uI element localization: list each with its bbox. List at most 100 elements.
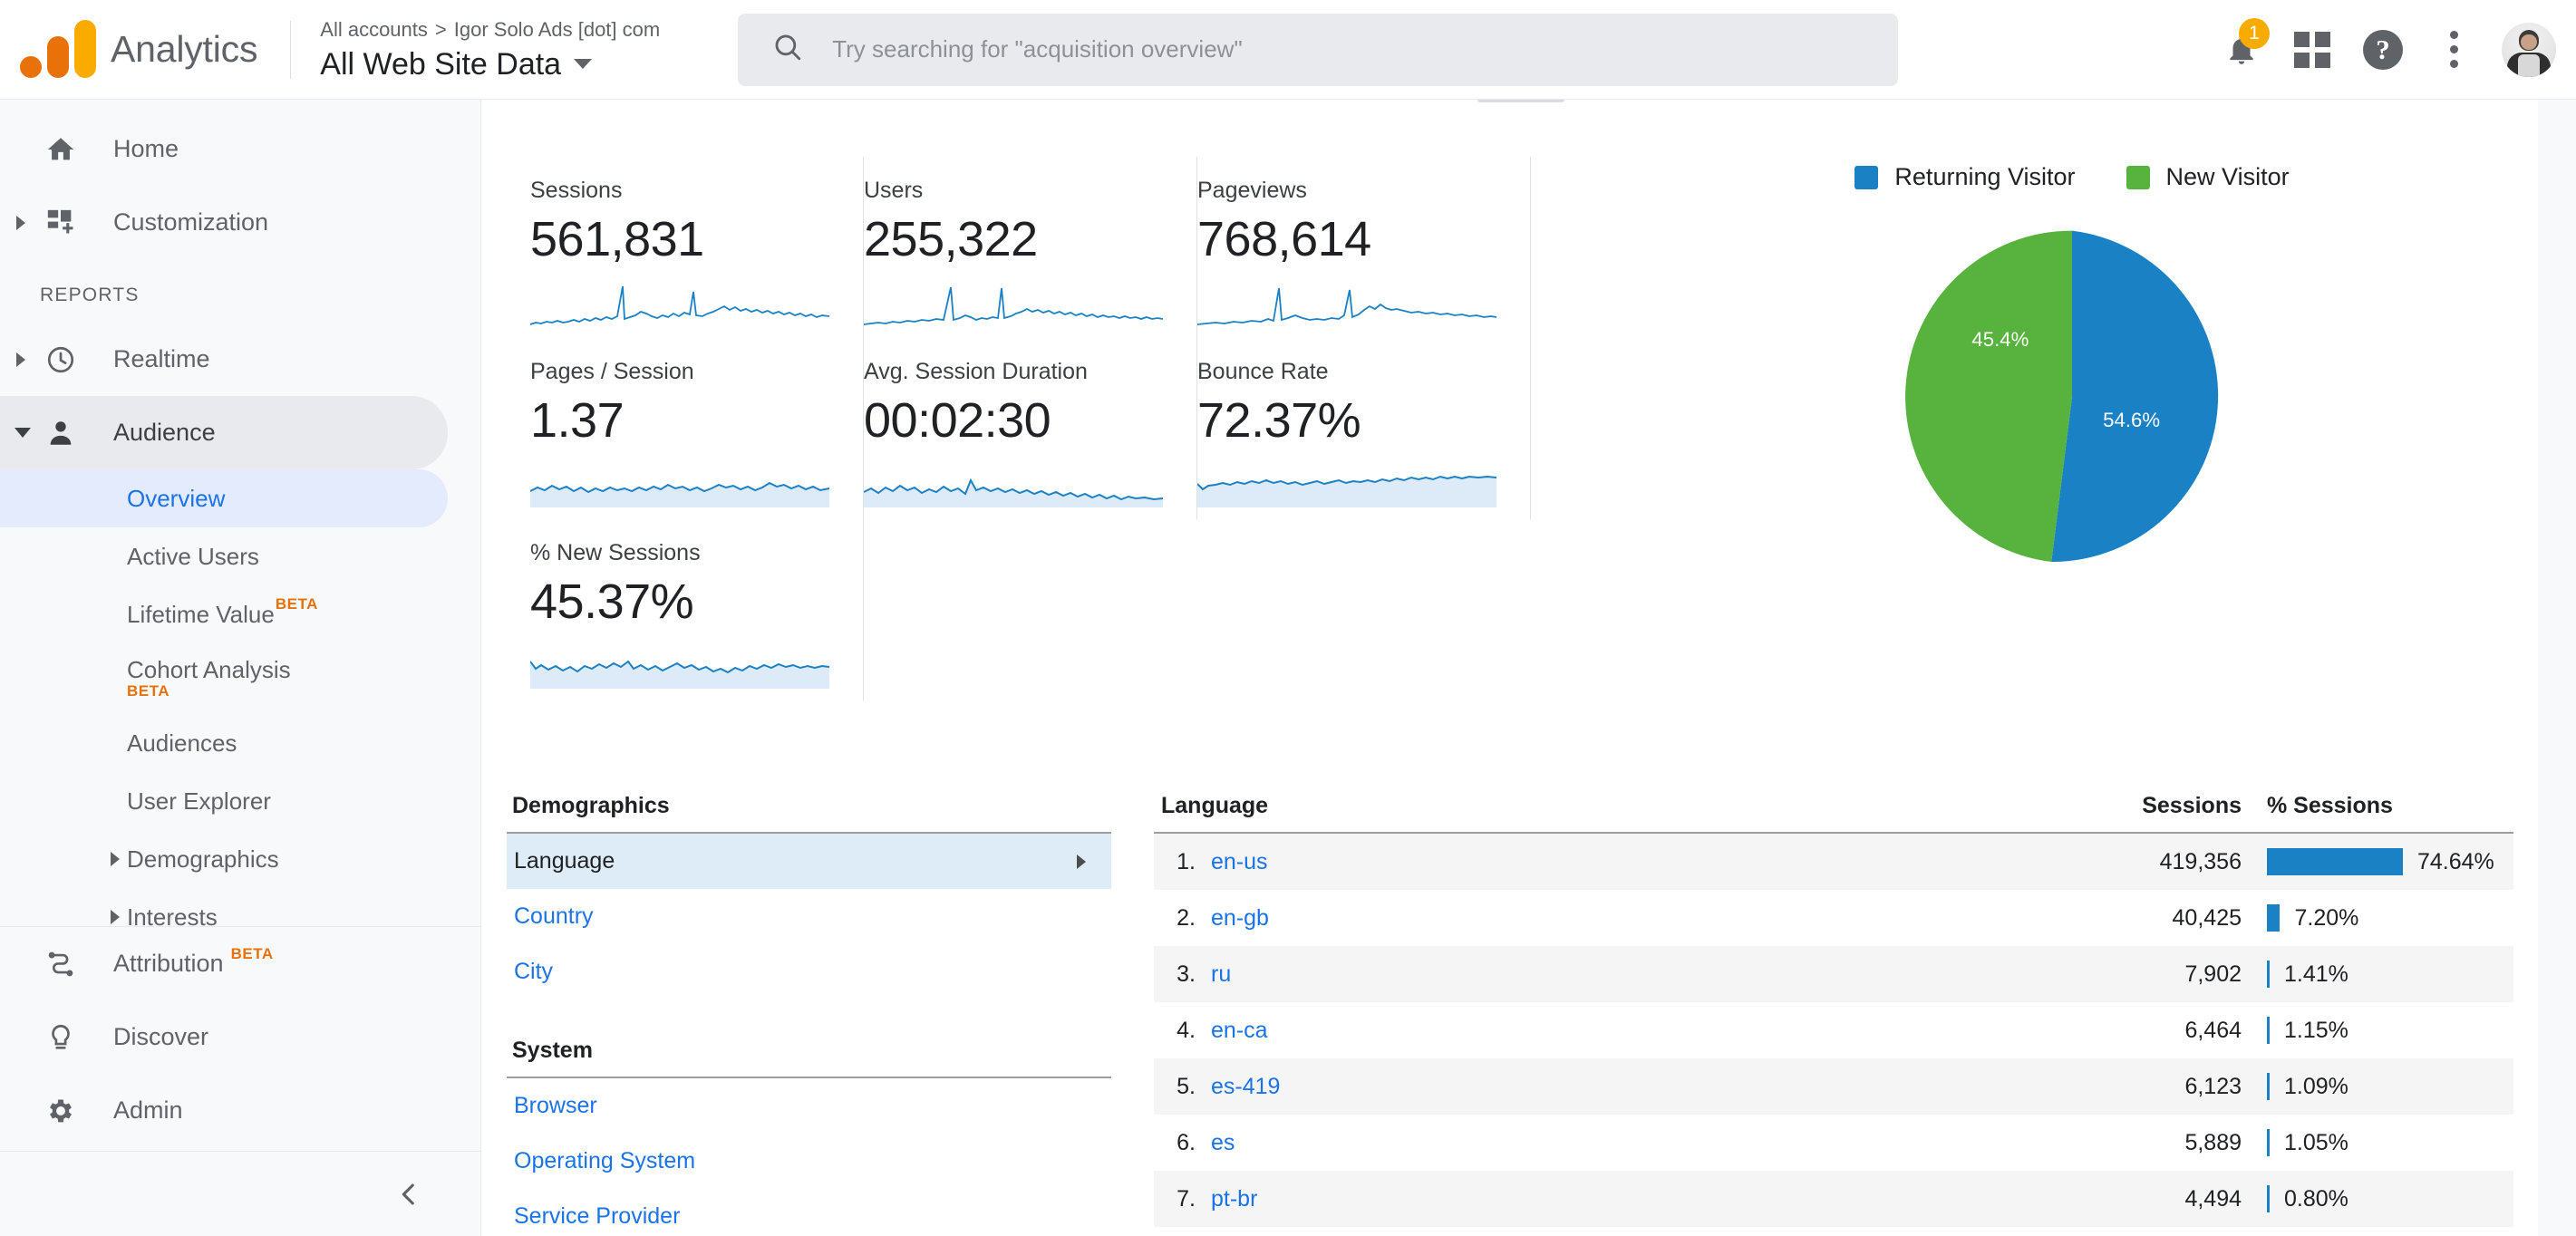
row-percent-bar (2267, 1017, 2270, 1044)
metric-value: 45.37% (530, 575, 694, 629)
dimension-item-city[interactable]: City (507, 944, 1111, 999)
sidebar-item-customization[interactable]: Customization (0, 186, 480, 259)
dimension-item-service-provider[interactable]: Service Provider (507, 1189, 1111, 1236)
metric-card-percent-new-sessions[interactable]: % New Sessions 45.37% (530, 519, 864, 700)
row-language-link[interactable]: en-us (1196, 849, 2033, 875)
table-header-row: Language Sessions % Sessions (1154, 793, 2513, 834)
more-options-button[interactable] (2418, 14, 2489, 85)
help-button[interactable]: ? (2348, 14, 2418, 85)
row-language-link[interactable]: en-gb (1196, 905, 2033, 932)
row-language-link[interactable]: pt-br (1196, 1186, 2033, 1212)
metric-card-avg-session-duration[interactable]: Avg. Session Duration 00:02:30 (864, 338, 1197, 519)
table-body: 1. en-us 419,356 74.64% 2. en-gb 40,425 7.20% 3.… (1154, 834, 2513, 1236)
sidebar-item-attribution[interactable]: Attribution BETA (0, 927, 480, 1000)
row-language-link[interactable]: en-ca (1196, 1018, 2033, 1044)
metrics-row: Pages / Session 1.37 Avg. Session Durati… (530, 338, 1557, 519)
metric-label: Sessions (530, 178, 623, 203)
row-language-link[interactable]: es-419 (1196, 1074, 2033, 1100)
sidebar-item-demographics[interactable]: Demographics (0, 830, 480, 888)
chevron-right-icon[interactable] (16, 352, 25, 367)
search-bar[interactable] (738, 13, 1899, 86)
table-row[interactable]: 4. en-ca 6,464 1.15% (1154, 1002, 2513, 1058)
table-row[interactable]: 5. es-419 6,123 1.09% (1154, 1058, 2513, 1115)
dimension-item-language[interactable]: Language (507, 834, 1111, 889)
person-icon (40, 418, 82, 449)
sidebar-item-lifetime-value[interactable]: Lifetime Value BETA (0, 585, 480, 643)
metric-value: 72.37% (1197, 393, 1361, 448)
row-percent-cell: 1.15% (2242, 1017, 2513, 1044)
pie-chart[interactable]: 54.6% 45.4% (1614, 222, 2530, 572)
pie-label-returning-value: 54.6% (2103, 409, 2160, 431)
metric-card-pageviews[interactable]: Pageviews 768,614 (1197, 157, 1531, 338)
sidebar-item-audiences[interactable]: Audiences (0, 714, 480, 772)
sidebar-item-realtime[interactable]: Realtime (0, 323, 480, 396)
row-percent-cell: 1.09% (2242, 1073, 2513, 1100)
breadcrumb-root[interactable]: All accounts (320, 18, 428, 41)
chevron-right-icon[interactable] (16, 215, 25, 230)
beta-badge: BETA (127, 682, 170, 700)
metric-card-sessions[interactable]: Sessions 561,831 (530, 157, 864, 338)
chevron-right-icon[interactable] (111, 910, 120, 924)
row-sessions: 7,902 (2184, 961, 2242, 987)
legend-item-new-visitor[interactable]: New Visitor (2126, 163, 2290, 191)
metric-label: Pages / Session (530, 359, 694, 384)
column-header-language[interactable]: Language (1161, 793, 2033, 819)
sidebar-item-admin[interactable]: Admin (0, 1074, 480, 1147)
metric-card-users[interactable]: Users 255,322 (864, 157, 1197, 338)
customization-icon (40, 208, 82, 238)
account-selector[interactable]: All accounts > Igor Solo Ads [dot] com All… (320, 16, 660, 83)
row-language-link[interactable]: ru (1196, 961, 2033, 988)
table-row[interactable]: 6. es 5,889 1.05% (1154, 1115, 2513, 1171)
legend-item-returning-visitor[interactable]: Returning Visitor (1855, 163, 2076, 191)
avatar[interactable] (2502, 22, 2556, 77)
sidebar-subitem-label: Lifetime Value (127, 600, 275, 628)
row-index: 1. (1177, 848, 1196, 874)
sidebar-subitem-label: Overview (127, 484, 226, 512)
apps-grid-button[interactable] (2277, 14, 2348, 85)
sparkline-users (864, 279, 1163, 333)
view-name[interactable]: All Web Site Data (320, 45, 561, 83)
sidebar-item-interests[interactable]: Interests (0, 888, 480, 926)
sidebar-subitem-label: Audiences (127, 729, 237, 757)
search-input[interactable] (832, 35, 1881, 63)
table-row[interactable]: 1. en-us 419,356 74.64% (1154, 834, 2513, 890)
pie-slice-returning-visitor (2051, 230, 2219, 562)
gear-icon (40, 1096, 82, 1126)
sidebar-item-label: Audience (113, 419, 216, 446)
row-percent-bar (2267, 848, 2403, 875)
row-language-link[interactable]: es (1196, 1130, 2033, 1156)
sidebar-item-discover[interactable]: Discover (0, 1000, 480, 1074)
sidebar-item-active-users[interactable]: Active Users (0, 527, 480, 585)
sidebar-subitem-label: Cohort Analysis (127, 655, 291, 683)
table-row[interactable]: 2. en-gb 40,425 7.20% (1154, 890, 2513, 946)
row-percent-bar (2267, 904, 2281, 932)
dimension-item-operating-system[interactable]: Operating System (507, 1134, 1111, 1189)
metric-value: 00:02:30 (864, 393, 1051, 448)
table-row[interactable]: 3. ru 7,902 1.41% (1154, 946, 2513, 1002)
sidebar-item-cohort-analysis[interactable]: Cohort Analysis BETA (0, 643, 480, 714)
chevron-right-icon[interactable] (111, 852, 120, 866)
table-row[interactable]: 8.fr3,7610.67% (1154, 1227, 2513, 1236)
chevron-down-icon[interactable] (574, 59, 593, 69)
sidebar-item-audience[interactable]: Audience (0, 396, 448, 469)
sidebar-collapse-button[interactable] (0, 1151, 480, 1236)
column-header-percent-sessions[interactable]: % Sessions (2242, 793, 2513, 819)
breadcrumb-account[interactable]: Igor Solo Ads [dot] com (454, 18, 660, 41)
chevron-down-icon[interactable] (15, 428, 31, 438)
sidebar-item-label: Customization (113, 208, 269, 236)
sidebar-item-home[interactable]: Home (0, 112, 480, 186)
metrics-row: % New Sessions 45.37% (530, 519, 1557, 700)
column-header-sessions[interactable]: Sessions (2033, 793, 2242, 819)
table-row[interactable]: 7. pt-br 4,494 0.80% (1154, 1171, 2513, 1227)
sparkline-avg-session-duration (864, 460, 1163, 515)
sidebar-item-overview[interactable]: Overview (0, 469, 448, 527)
row-percent-value: 0.80% (2284, 1185, 2348, 1212)
metric-card-bounce-rate[interactable]: Bounce Rate 72.37% (1197, 338, 1531, 519)
metric-card-pages-per-session[interactable]: Pages / Session 1.37 (530, 338, 864, 519)
dimension-item-browser[interactable]: Browser (507, 1078, 1111, 1134)
dimension-item-country[interactable]: Country (507, 889, 1111, 944)
row-index: 5. (1177, 1073, 1196, 1099)
notifications-button[interactable]: 1 (2206, 14, 2277, 85)
sparkline-pages-per-session (530, 460, 829, 515)
sidebar-item-user-explorer[interactable]: User Explorer (0, 772, 480, 830)
